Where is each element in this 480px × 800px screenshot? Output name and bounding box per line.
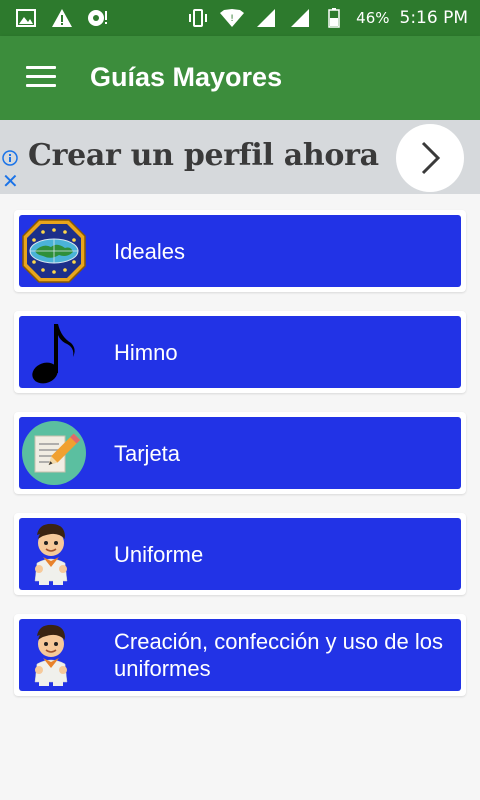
ad-arrow-button[interactable] bbox=[396, 124, 464, 192]
list-item-creacion-uniformes: Creación, confección y uso de los unifor… bbox=[14, 614, 466, 696]
battery-icon bbox=[322, 6, 346, 30]
music-note-icon bbox=[21, 319, 87, 385]
status-bar: ! 46% 5:16 PM bbox=[0, 0, 480, 36]
signal-2-icon bbox=[288, 6, 312, 30]
list-item-himno: Himno bbox=[14, 311, 466, 393]
tarjeta-button[interactable]: Tarjeta bbox=[19, 417, 461, 489]
ad-close-icon[interactable]: ✕ bbox=[2, 171, 20, 191]
ad-banner[interactable]: ✕ Crear un perfil ahora bbox=[0, 120, 480, 194]
item-label: Ideales bbox=[114, 238, 185, 264]
vibrate-icon bbox=[186, 6, 210, 30]
uniforme-button[interactable]: Uniforme bbox=[19, 518, 461, 590]
signal-icon bbox=[254, 6, 278, 30]
app-notification-icon bbox=[86, 6, 110, 30]
item-label: Uniforme bbox=[114, 541, 204, 567]
scout-boy-icon bbox=[21, 622, 87, 688]
himno-button[interactable]: Himno bbox=[19, 316, 461, 388]
list-item-uniforme: Uniforme bbox=[14, 513, 466, 595]
item-label: Himno bbox=[114, 339, 178, 365]
clock: 5:16 PM bbox=[399, 8, 469, 28]
list-item-ideales: Ideales bbox=[14, 210, 466, 292]
notepad-pencil-icon bbox=[21, 420, 87, 486]
chevron-right-icon bbox=[421, 141, 441, 175]
item-label: Creación, confección y uso de los unifor… bbox=[114, 629, 443, 681]
ideales-button[interactable]: Ideales bbox=[19, 215, 461, 287]
battery-percent: 46% bbox=[356, 9, 390, 27]
list-item-tarjeta: Tarjeta bbox=[14, 412, 466, 494]
ad-info-icon[interactable] bbox=[2, 150, 18, 166]
scout-boy-icon bbox=[21, 521, 87, 587]
emblem-globe-icon bbox=[21, 218, 87, 284]
menu-icon[interactable] bbox=[26, 66, 56, 90]
warning-icon bbox=[50, 6, 74, 30]
app-bar: Guías Mayores bbox=[0, 36, 480, 120]
ad-headline[interactable]: Crear un perfil ahora bbox=[28, 138, 379, 173]
svg-text:!: ! bbox=[230, 14, 234, 24]
page-title: Guías Mayores bbox=[90, 62, 283, 92]
wifi-icon: ! bbox=[220, 6, 245, 30]
item-label: Tarjeta bbox=[114, 440, 181, 466]
creacion-uniformes-button[interactable]: Creación, confección y uso de los unifor… bbox=[19, 619, 461, 691]
image-notification-icon bbox=[14, 6, 38, 30]
